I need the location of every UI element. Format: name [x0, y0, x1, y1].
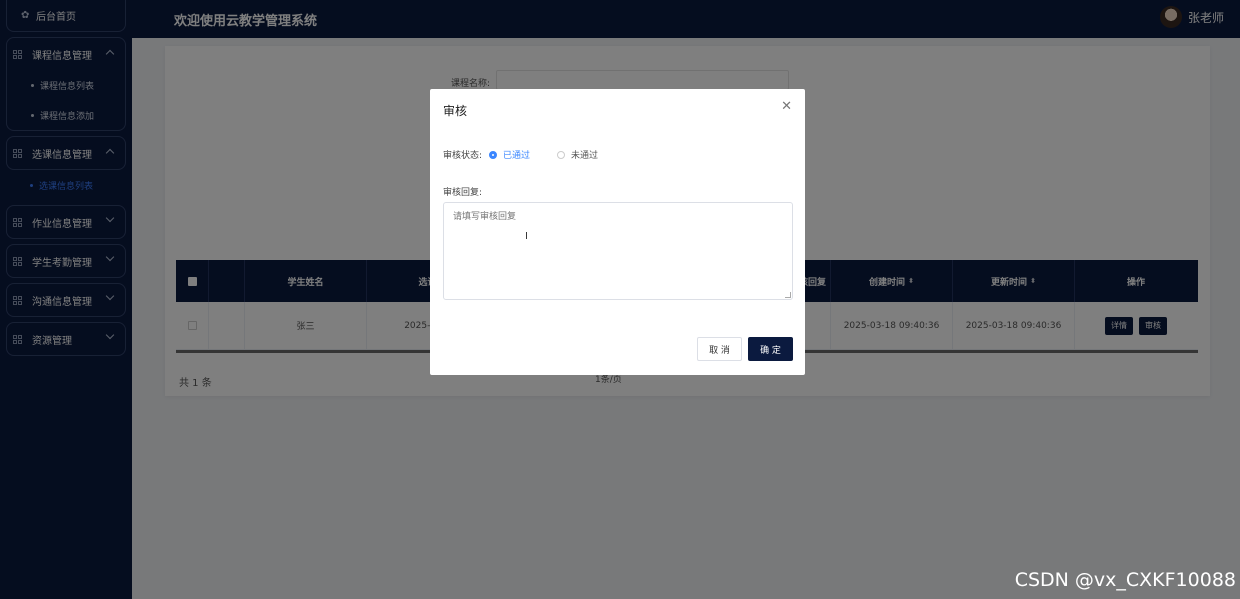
confirm-button[interactable]: 确 定 [748, 337, 793, 361]
review-dialog: 审核 ✕ 审核状态: 已通过 未通过 审核回复: I 取 消 确 定 [430, 89, 805, 375]
radio-label: 未通过 [571, 151, 599, 161]
close-icon[interactable]: ✕ [781, 99, 792, 114]
dialog-title: 审核 [443, 104, 468, 118]
text-cursor-icon: I [525, 231, 528, 242]
radio-circle [489, 150, 497, 159]
cancel-button[interactable]: 取 消 [697, 337, 742, 361]
status-label: 审核状态: [443, 151, 483, 161]
radio-circle [557, 150, 565, 159]
reply-textarea[interactable] [443, 202, 793, 300]
radio-rejected[interactable]: 未通过 [557, 148, 598, 161]
reply-label: 审核回复: [443, 188, 483, 198]
radio-approved[interactable]: 已通过 [489, 148, 530, 161]
radio-label: 已通过 [503, 151, 531, 161]
resize-handle[interactable] [785, 292, 791, 298]
watermark: CSDN @vx_CXKF10088 [1014, 569, 1236, 591]
